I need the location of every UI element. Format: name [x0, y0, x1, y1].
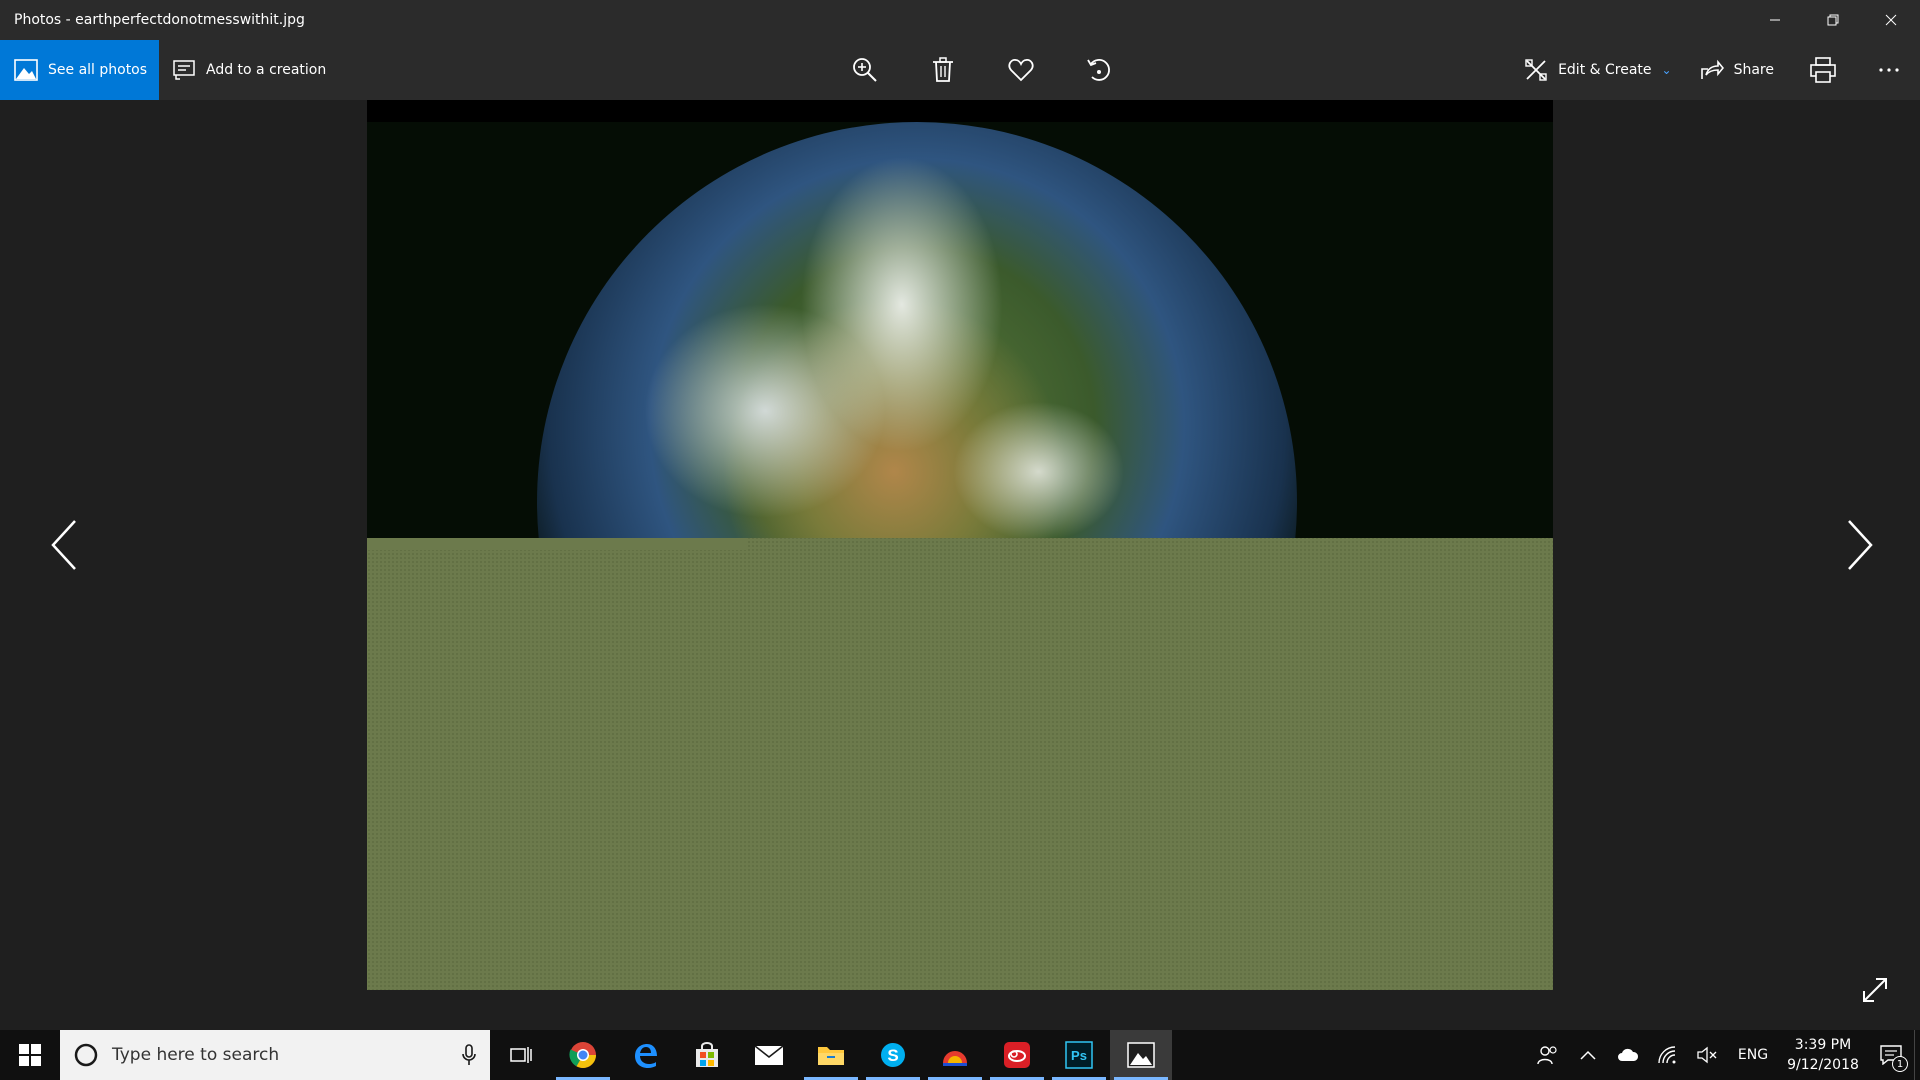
earth-clip — [367, 100, 1553, 538]
print-button[interactable] — [1788, 40, 1858, 100]
rotate-icon — [1087, 59, 1110, 81]
cortana-icon — [74, 1043, 98, 1067]
task-view-button[interactable] — [490, 1030, 552, 1080]
mail-taskbar-button[interactable] — [738, 1030, 800, 1080]
photos-app: Photos - earthperfectdonotmesswithit.jpg… — [0, 0, 1920, 1030]
task-view-icon — [510, 1047, 532, 1063]
clock[interactable]: 3:39 PM 9/12/2018 — [1778, 1035, 1868, 1075]
taskbar: Type here to search S Ps ENG 3:39 PM 9/1… — [0, 1030, 1920, 1080]
app-icon — [943, 1051, 967, 1066]
window-title: Photos - earthperfectdonotmesswithit.jpg — [14, 12, 305, 28]
input-language-button[interactable]: ENG — [1728, 1030, 1778, 1080]
photos-taskbar-button[interactable] — [1110, 1030, 1172, 1080]
next-photo-button[interactable] — [1840, 510, 1880, 580]
onedrive-button[interactable] — [1608, 1030, 1648, 1080]
add-to-creation-button[interactable]: Add to a creation — [172, 40, 326, 100]
mail-icon — [754, 1045, 784, 1065]
chevron-down-icon: ⌄ — [1661, 63, 1672, 77]
edit-create-label: Edit & Create — [1558, 62, 1652, 78]
photoshop-taskbar-button[interactable]: Ps — [1048, 1030, 1110, 1080]
zoom-button[interactable] — [826, 40, 904, 100]
creative-cloud-icon — [1004, 1042, 1030, 1068]
cloud-icon — [1618, 1048, 1639, 1061]
center-tools — [826, 40, 1138, 100]
search-placeholder: Type here to search — [112, 1045, 280, 1065]
people-button[interactable] — [1528, 1030, 1568, 1080]
clock-time: 3:39 PM — [1794, 1037, 1852, 1053]
windows-logo-icon — [19, 1044, 41, 1066]
action-center-button[interactable]: 1 — [1868, 1030, 1914, 1080]
heart-icon — [1008, 59, 1034, 82]
chrome-taskbar-button[interactable] — [552, 1030, 614, 1080]
edge-icon — [635, 1044, 657, 1068]
share-button[interactable]: Share — [1686, 40, 1788, 100]
skype-icon: S — [881, 1043, 905, 1067]
printer-icon — [1810, 57, 1836, 83]
right-tools: Edit & Create ⌄ Share — [1510, 40, 1920, 100]
clock-date: 9/12/2018 — [1787, 1057, 1859, 1073]
close-button[interactable] — [1862, 0, 1920, 40]
system-tray: ENG 3:39 PM 9/12/2018 1 — [1528, 1030, 1920, 1080]
start-button[interactable] — [0, 1030, 60, 1080]
folder-icon — [818, 1047, 844, 1065]
wifi-icon — [1658, 1046, 1676, 1064]
delete-button[interactable] — [904, 40, 982, 100]
zoom-in-icon — [853, 58, 877, 82]
previous-photo-button[interactable] — [44, 510, 84, 580]
chevron-up-icon — [1580, 1050, 1596, 1060]
people-icon — [1537, 1046, 1557, 1065]
restore-icon — [1827, 14, 1839, 26]
close-icon — [1885, 14, 1897, 26]
taskbar-search-box[interactable]: Type here to search — [60, 1030, 490, 1080]
volume-muted-icon — [1697, 1046, 1717, 1064]
minimize-icon — [1770, 19, 1780, 21]
minimize-button[interactable] — [1746, 0, 1804, 40]
notification-count-badge: 1 — [1892, 1056, 1908, 1072]
chevron-left-icon — [51, 520, 76, 570]
show-hidden-icons-button[interactable] — [1568, 1030, 1608, 1080]
corrupted-region — [367, 538, 747, 550]
creative-cloud-taskbar-button[interactable] — [986, 1030, 1048, 1080]
toolbar: See all photos Add to a creation Edit & … — [0, 40, 1920, 100]
microphone-icon[interactable] — [462, 1044, 476, 1066]
favorite-button[interactable] — [982, 40, 1060, 100]
rotate-button[interactable] — [1060, 40, 1138, 100]
fullscreen-button[interactable] — [1860, 975, 1890, 1005]
title-bar: Photos - earthperfectdonotmesswithit.jpg — [0, 0, 1920, 40]
volume-button[interactable] — [1688, 1030, 1728, 1080]
photos-icon — [1127, 1042, 1155, 1068]
photo-icon — [14, 59, 38, 81]
network-button[interactable] — [1648, 1030, 1688, 1080]
show-desktop-button[interactable] — [1914, 1030, 1920, 1080]
share-icon — [1700, 59, 1724, 79]
earth-globe — [537, 122, 1297, 538]
svg-text:S: S — [887, 1046, 898, 1065]
svg-text:Ps: Ps — [1071, 1048, 1087, 1063]
expand-icon — [1863, 978, 1887, 1002]
edit-create-icon — [1525, 59, 1547, 81]
edge-taskbar-button[interactable] — [614, 1030, 676, 1080]
add-to-creation-label: Add to a creation — [206, 62, 327, 78]
store-taskbar-button[interactable] — [676, 1030, 738, 1080]
chrome-icon — [569, 1042, 596, 1068]
skype-taskbar-button[interactable]: S — [862, 1030, 924, 1080]
photo-canvas[interactable] — [367, 100, 1553, 990]
file-explorer-taskbar-button[interactable] — [800, 1030, 862, 1080]
more-options-button[interactable] — [1858, 40, 1920, 100]
restore-button[interactable] — [1804, 0, 1862, 40]
see-all-photos-button[interactable]: See all photos — [0, 40, 159, 100]
more-icon — [1879, 68, 1899, 72]
edit-create-button[interactable]: Edit & Create ⌄ — [1510, 40, 1686, 100]
add-creation-icon — [173, 60, 195, 80]
store-icon — [696, 1042, 718, 1067]
photoshop-icon: Ps — [1065, 1041, 1093, 1069]
see-all-photos-label: See all photos — [48, 62, 148, 78]
red-orange-app-taskbar-button[interactable] — [924, 1030, 986, 1080]
share-label: Share — [1733, 62, 1774, 78]
chevron-right-icon — [1848, 520, 1873, 570]
trash-icon — [933, 57, 953, 82]
